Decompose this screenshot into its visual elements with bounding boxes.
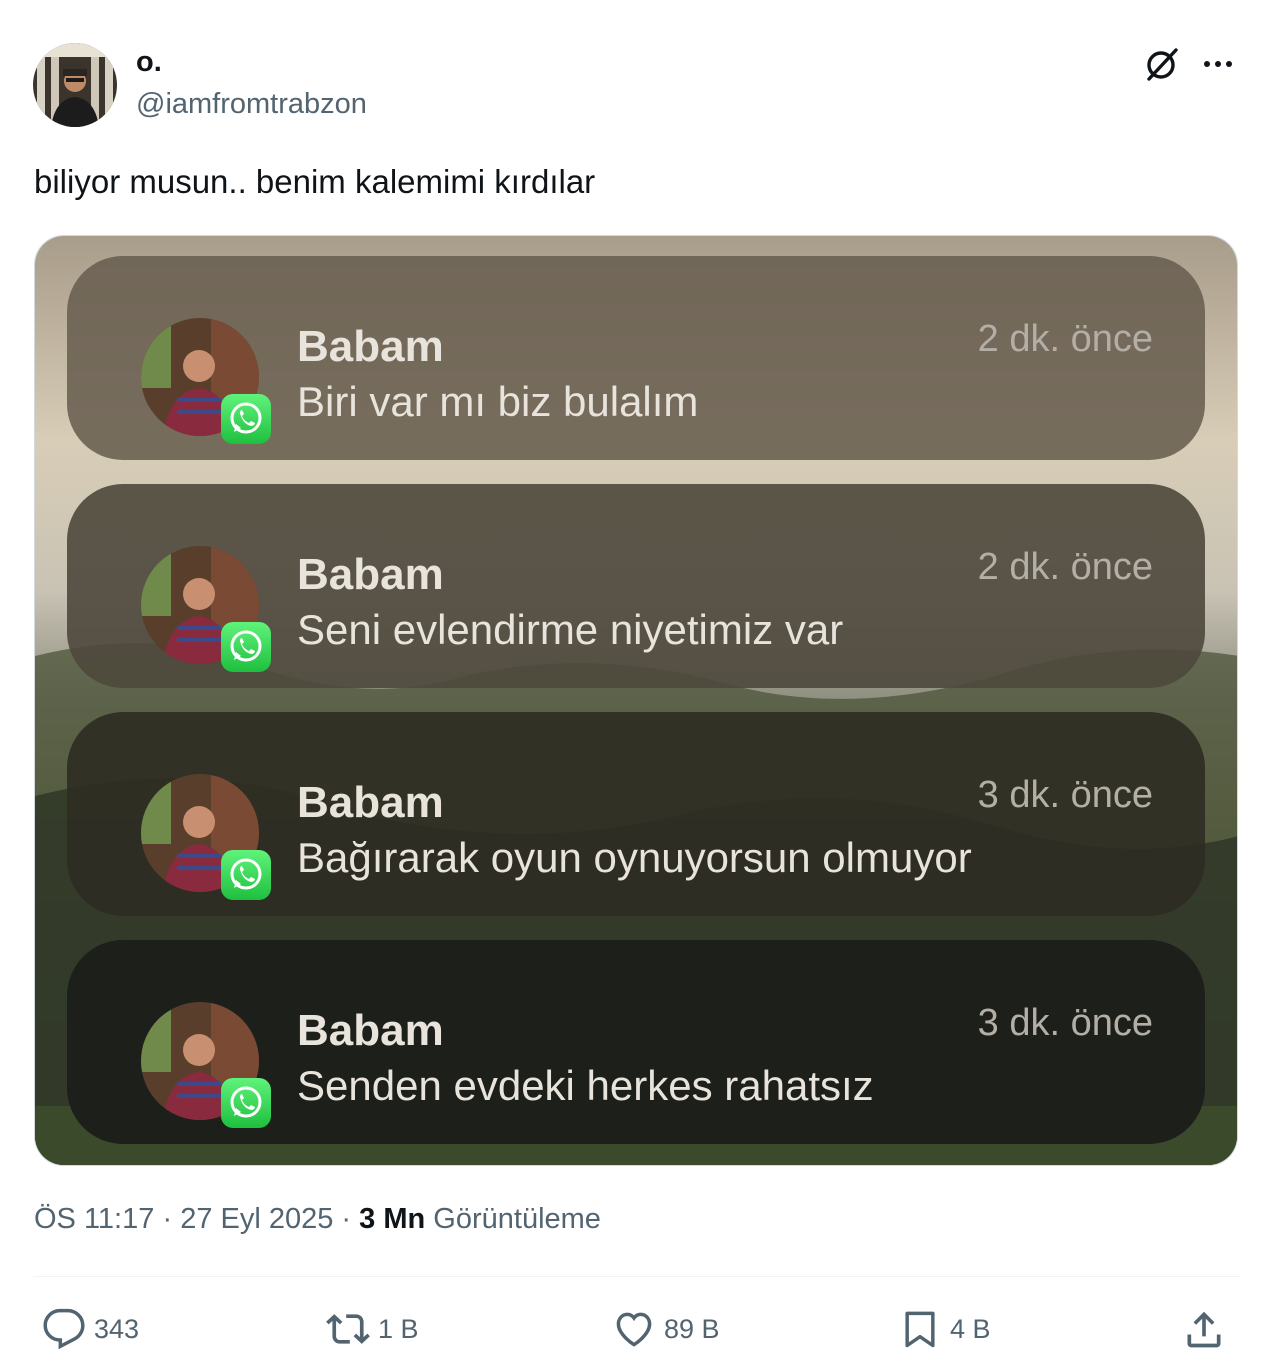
whatsapp-icon <box>221 394 271 444</box>
notification-sender: Babam <box>297 1006 444 1055</box>
repost-button[interactable]: 1 B <box>326 1306 419 1352</box>
bookmark-icon <box>905 1311 935 1348</box>
repost-count: 1 B <box>378 1313 419 1344</box>
divider <box>33 1276 1240 1277</box>
reply-icon <box>43 1308 85 1350</box>
notification-time: 2 dk. önce <box>977 546 1153 588</box>
share-icon <box>1187 1311 1221 1348</box>
whatsapp-icon <box>221 1078 271 1128</box>
meta-separator: · <box>341 1203 352 1235</box>
bookmark-button[interactable]: 4 B <box>898 1306 991 1352</box>
views-count: 3 Mn <box>359 1203 426 1235</box>
notification-card[interactable]: Babam Seni evlendirme niyetimiz var 2 dk… <box>67 484 1205 688</box>
notification-time: 3 dk. önce <box>977 774 1153 816</box>
bookmark-count: 4 B <box>950 1313 991 1344</box>
tweet-text: biliyor musun.. benim kalemimi kırdılar <box>34 163 596 200</box>
notification-card[interactable]: Babam Bağırarak oyun oynuyorsun olmuyor … <box>67 712 1205 916</box>
notification-message: Seni evlendirme niyetimiz var <box>297 606 844 653</box>
author-handle[interactable]: @iamfromtrabzon <box>136 88 367 121</box>
grok-icon[interactable] <box>1142 44 1182 84</box>
whatsapp-icon <box>221 850 271 900</box>
tweet-time[interactable]: ÖS 11:17 <box>34 1203 154 1235</box>
more-icon[interactable] <box>1198 44 1238 84</box>
share-button[interactable] <box>1182 1306 1226 1352</box>
author-avatar[interactable] <box>33 43 117 127</box>
notification-sender: Babam <box>297 550 444 599</box>
notification-message: Senden evdeki herkes rahatsız <box>297 1062 874 1109</box>
like-count: 89 B <box>664 1313 720 1344</box>
tweet-date[interactable]: 27 Eyl 2025 <box>180 1203 333 1235</box>
author-name[interactable]: o. <box>136 46 162 79</box>
notification-time: 2 dk. önce <box>977 318 1153 360</box>
views-label: Görüntüleme <box>433 1203 601 1235</box>
tweet-media[interactable]: Babam Biri var mı biz bulalım 2 dk. önce… <box>34 235 1238 1166</box>
reply-button[interactable]: 343 <box>42 1306 139 1352</box>
notification-message: Biri var mı biz bulalım <box>297 378 699 425</box>
notification-time: 3 dk. önce <box>977 1002 1153 1044</box>
repost-icon <box>326 1314 370 1344</box>
notification-card[interactable]: Babam Biri var mı biz bulalım 2 dk. önce <box>67 256 1205 460</box>
notification-message: Bağırarak oyun oynuyorsun olmuyor <box>297 834 972 881</box>
whatsapp-icon <box>221 622 271 672</box>
notification-sender: Babam <box>297 322 444 371</box>
meta-separator: · <box>162 1203 173 1235</box>
tweet-meta: ÖS 11:17 · 27 Eyl 2025 · 3 Mn Görüntülem… <box>34 1203 601 1236</box>
like-button[interactable]: 89 B <box>612 1306 720 1352</box>
reply-count: 343 <box>94 1313 140 1344</box>
notification-card[interactable]: Babam Senden evdeki herkes rahatsız 3 dk… <box>67 940 1205 1144</box>
like-icon <box>616 1312 652 1347</box>
notification-sender: Babam <box>297 778 444 827</box>
